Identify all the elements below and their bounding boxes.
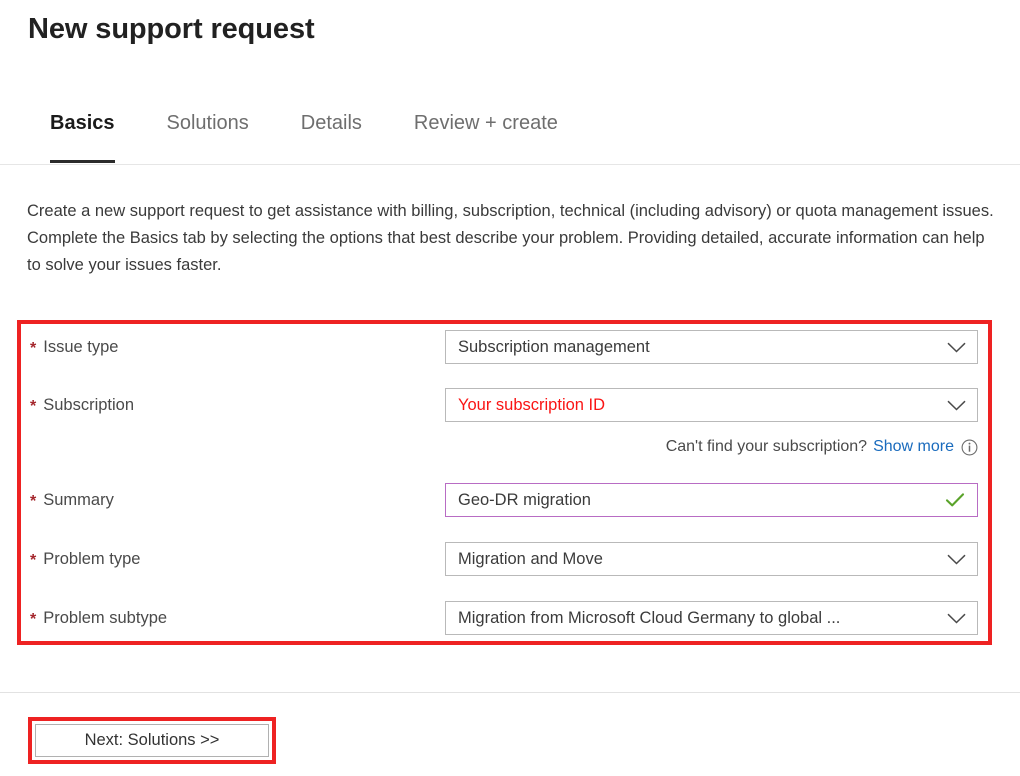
label-issue-type: * Issue type [30,330,118,365]
page-title: New support request [28,8,315,50]
subscription-helper: Can't find your subscription? Show more [445,434,978,460]
tab-solutions-label: Solutions [167,112,249,134]
label-summary: * Summary [30,483,114,518]
dropdown-problem-subtype-value: Migration from Microsoft Cloud Germany t… [458,602,937,634]
label-problem-subtype: * Problem subtype [30,601,167,636]
chevron-down-icon [946,331,966,363]
label-issue-type-text: Issue type [43,338,118,356]
summary-input-value: Geo-DR migration [458,484,937,516]
info-icon[interactable] [961,439,978,456]
label-problem-type-text: Problem type [43,550,140,568]
dropdown-issue-type-value: Subscription management [458,331,937,363]
label-summary-text: Summary [43,491,114,509]
label-problem-type: * Problem type [30,542,140,577]
dropdown-subscription-value: Your subscription ID [458,389,937,421]
intro-text: Create a new support request to get assi… [27,198,999,279]
show-more-link[interactable]: Show more [873,438,954,456]
label-subscription-text: Subscription [43,396,134,414]
checkmark-icon [945,484,965,516]
label-problem-subtype-text: Problem subtype [43,609,167,627]
next-solutions-button[interactable]: Next: Solutions >> [35,724,269,757]
field-row-issue-type: * Issue type Subscription management [0,330,1020,364]
chevron-down-icon [946,602,966,634]
dropdown-problem-type[interactable]: Migration and Move [445,542,978,576]
dropdown-problem-type-value: Migration and Move [458,543,937,575]
required-asterisk: * [30,493,36,510]
field-row-problem-type: * Problem type Migration and Move [0,542,1020,576]
summary-input[interactable]: Geo-DR migration [445,483,978,517]
footer-separator [0,692,1020,693]
required-asterisk: * [30,552,36,569]
dropdown-subscription[interactable]: Your subscription ID [445,388,978,422]
tab-basics-label: Basics [50,112,115,134]
required-asterisk: * [30,398,36,415]
dropdown-issue-type[interactable]: Subscription management [445,330,978,364]
tab-solutions[interactable]: Solutions [167,104,249,164]
required-asterisk: * [30,611,36,628]
tab-basics[interactable]: Basics [50,104,115,164]
dropdown-problem-subtype[interactable]: Migration from Microsoft Cloud Germany t… [445,601,978,635]
tab-review-create[interactable]: Review + create [414,104,558,164]
tab-details-label: Details [301,112,362,134]
intro-line-1: Create a new support request to get assi… [27,198,999,225]
tab-details[interactable]: Details [301,104,362,164]
required-asterisk: * [30,340,36,357]
tab-strip: Basics Solutions Details Review + create [0,104,1020,167]
intro-line-2: Complete the Basics tab by selecting the… [27,225,999,279]
tab-separator [0,164,1020,165]
subscription-helper-text: Can't find your subscription? [666,438,867,456]
chevron-down-icon [946,389,966,421]
label-subscription: * Subscription [30,388,134,423]
tab-list: Basics Solutions Details Review + create [50,104,610,164]
tab-review-create-label: Review + create [414,112,558,134]
field-row-problem-subtype: * Problem subtype Migration from Microsof… [0,601,1020,635]
field-row-summary: * Summary Geo-DR migration [0,483,1020,517]
field-row-subscription: * Subscription Your subscription ID [0,388,1020,422]
chevron-down-icon [946,543,966,575]
